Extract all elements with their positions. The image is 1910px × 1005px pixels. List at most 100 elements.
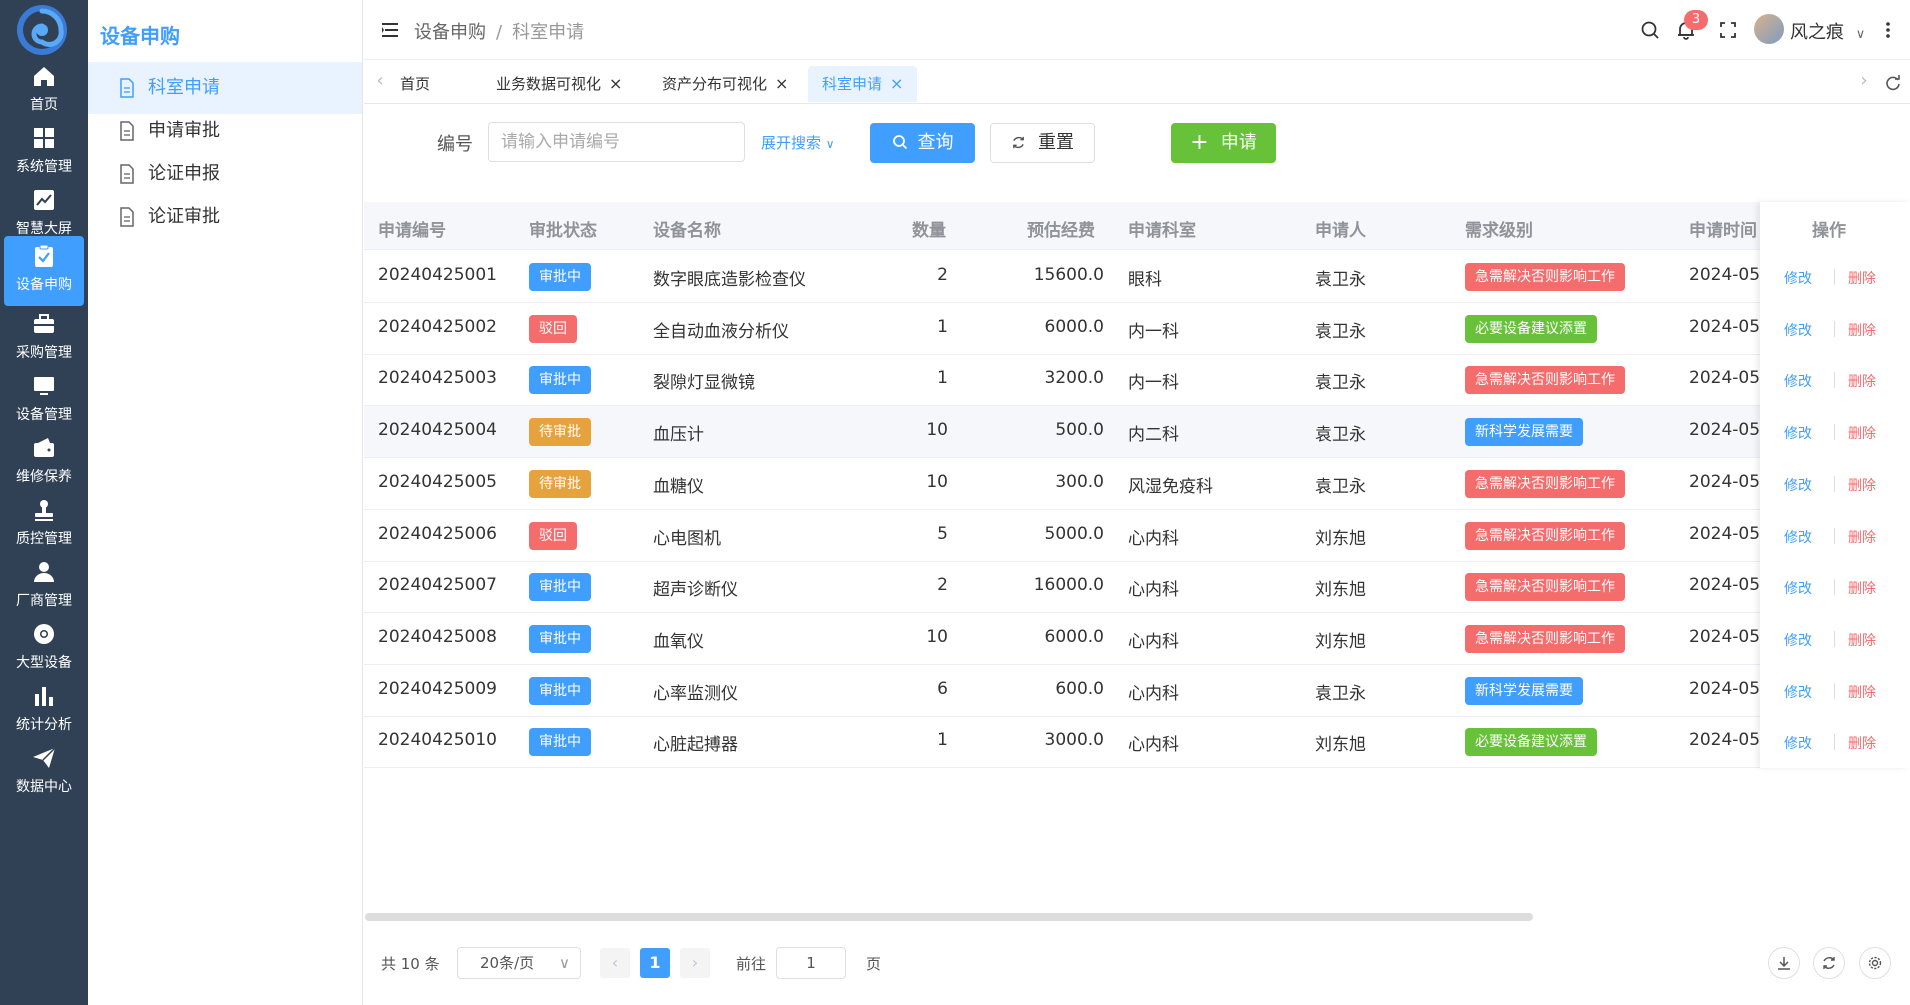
table-row[interactable]: 20240425002 驳回 全自动血液分析仪 1 6000.0 内一科 袁卫永 必要设备建议…	[364, 303, 1910, 355]
tab-label: 业务数据可视化	[496, 75, 602, 93]
expand-search-link[interactable]: 展开搜索 ∨	[761, 132, 835, 153]
search-icon[interactable]	[1638, 18, 1662, 42]
delete-link[interactable]: 删除	[1848, 733, 1876, 753]
level-tag: 新科学发展需要	[1465, 418, 1583, 447]
cell-no: 20240425007	[378, 575, 497, 596]
expand-search-label: 展开搜索	[761, 134, 822, 152]
refresh-tabs-icon[interactable]	[1884, 74, 1902, 92]
edit-link[interactable]: 修改	[1784, 268, 1812, 288]
rail-item[interactable]: 质控管理	[4, 490, 84, 560]
cell-budget: 600.0	[1055, 678, 1104, 699]
cell-no: 20240425001	[378, 265, 497, 285]
cell-dept: 心内科	[1128, 683, 1179, 704]
cell-no: 20240425004	[378, 420, 497, 441]
table-header: 申请编号 审批状态 设备名称 数量 预估经费 申请科室 申请人 需求级别 申请时…	[364, 202, 1910, 250]
table-row[interactable]: 20240425001 审批中 数字眼底造影检查仪 2 15600.0 眼科 袁卫永 急需解决…	[364, 251, 1910, 303]
table-row[interactable]: 20240425004 待审批 血压计 10 500.0 内二科 袁卫永 新科学发展需要 202…	[364, 406, 1910, 459]
edit-link[interactable]: 修改	[1784, 527, 1812, 547]
tab-scroll-right-icon[interactable]: ›	[1854, 70, 1874, 94]
refresh-button[interactable]	[1813, 947, 1845, 979]
rail-item[interactable]: 设备申购	[4, 236, 84, 306]
rail-item[interactable]: 厂商管理	[4, 552, 84, 622]
edit-link[interactable]: 修改	[1784, 578, 1812, 598]
rail-item[interactable]: 统计分析	[4, 676, 84, 746]
edit-link[interactable]: 修改	[1784, 682, 1812, 702]
cell-no: 20240425009	[378, 678, 497, 699]
rail-item[interactable]: 系统管理	[4, 118, 84, 188]
rail-item[interactable]: 维修保养	[4, 428, 84, 498]
table-row[interactable]: 20240425006 驳回 心电图机 5 5000.0 心内科 刘东旭 急需解决否则影响工作…	[364, 510, 1910, 562]
close-icon[interactable]: ×	[775, 74, 788, 93]
search-input[interactable]	[488, 122, 745, 162]
hamburger-icon[interactable]	[380, 20, 402, 40]
column-header: 申请科室	[1128, 221, 1196, 241]
delete-link[interactable]: 删除	[1848, 630, 1876, 650]
next-page-button[interactable]: ›	[680, 948, 710, 978]
avatar[interactable]	[1754, 14, 1784, 44]
tab-label: 资产分布可视化	[662, 75, 768, 93]
close-icon[interactable]: ×	[890, 74, 903, 93]
goto-page-input[interactable]	[776, 947, 846, 979]
tab[interactable]: 资产分布可视化 ×	[648, 66, 802, 102]
delete-link[interactable]: 删除	[1848, 682, 1876, 702]
delete-link[interactable]: 删除	[1848, 371, 1876, 391]
more-vertical-icon[interactable]	[1876, 18, 1900, 42]
rail-item[interactable]: 首页	[4, 56, 84, 126]
page-suffix: 页	[866, 955, 882, 973]
edit-link[interactable]: 修改	[1784, 630, 1812, 650]
level-tag: 急需解决否则影响工作	[1465, 624, 1625, 653]
table-row[interactable]: 20240425009 审批中 心率监测仪 6 600.0 心内科 袁卫永 新科学发展需要 20…	[364, 665, 1910, 717]
table-row[interactable]: 20240425003 审批中 裂隙灯显微镜 1 3200.0 内一科 袁卫永 急需解决否则影…	[364, 354, 1910, 407]
fullscreen-icon[interactable]	[1716, 18, 1740, 42]
page-size-select[interactable]: 20条/页 ∨	[457, 947, 581, 979]
edit-link[interactable]: 修改	[1784, 371, 1812, 391]
close-icon[interactable]: ×	[609, 74, 622, 93]
table-row[interactable]: 20240425010 审批中 心脏起搏器 1 3000.0 心内科 刘东旭 必要设备建议添置…	[364, 716, 1910, 769]
table-row[interactable]: 20240425007 审批中 超声诊断仪 2 16000.0 心内科 刘东旭 急需解决否则影…	[364, 561, 1910, 614]
apply-button[interactable]: + 申请	[1171, 123, 1276, 163]
icon-sidebar: 首页 系统管理 智慧大屏 设备申购 采购管理 设备管理 维修保养 质控管理 厂商管理 大型设备 统计…	[0, 0, 88, 1005]
rail-item[interactable]: 设备管理	[4, 366, 84, 436]
page-number-button[interactable]: 1	[640, 948, 670, 978]
settings-button[interactable]	[1859, 947, 1891, 979]
delete-link[interactable]: 删除	[1848, 268, 1876, 288]
tab[interactable]: 首页	[386, 66, 444, 102]
divider	[1834, 269, 1835, 285]
table-row[interactable]: 20240425008 审批中 血氧仪 10 6000.0 心内科 刘东旭 急需解决否则影响工…	[364, 613, 1910, 665]
bar-chart-icon	[4, 676, 84, 712]
delete-link[interactable]: 删除	[1848, 475, 1876, 495]
cell-dept: 心内科	[1128, 735, 1179, 756]
horizontal-scrollbar[interactable]	[365, 913, 1533, 921]
edit-link[interactable]: 修改	[1784, 475, 1812, 495]
tab[interactable]: 科室申请 ×	[808, 66, 918, 102]
column-header: 审批状态	[529, 221, 597, 241]
export-button[interactable]	[1768, 947, 1800, 979]
cell-time: 2024-05-	[1689, 316, 1767, 337]
user-menu[interactable]: 风之痕 ∨	[1790, 18, 1865, 44]
rail-item[interactable]: 采购管理	[4, 304, 84, 374]
cell-time: 2024-05-	[1689, 678, 1767, 699]
edit-link[interactable]: 修改	[1784, 320, 1812, 340]
reset-button[interactable]: 重置	[990, 123, 1095, 163]
rail-item[interactable]: 大型设备	[4, 614, 84, 684]
tab[interactable]: 业务数据可视化 ×	[482, 66, 636, 102]
delete-link[interactable]: 删除	[1848, 578, 1876, 598]
top-header: 设备申购 / 科室申请 3 风之痕 ∨	[364, 0, 1910, 60]
submenu-item-label: 论证审批	[148, 206, 220, 227]
cell-qty: 5	[937, 523, 948, 544]
table-row[interactable]: 20240425005 待审批 血糖仪 10 300.0 风湿免疫科 袁卫永 急需解决否则影响…	[364, 458, 1910, 510]
delete-link[interactable]: 删除	[1848, 423, 1876, 443]
query-button[interactable]: 查询	[870, 123, 975, 163]
cell-device-name: 心脏起搏器	[653, 735, 738, 756]
prev-page-button[interactable]: ‹	[600, 948, 630, 978]
submenu-item[interactable]: 论证审批	[88, 191, 362, 243]
delete-link[interactable]: 删除	[1848, 320, 1876, 340]
delete-link[interactable]: 删除	[1848, 527, 1876, 547]
column-header: 需求级别	[1465, 221, 1533, 241]
rail-item[interactable]: 数据中心	[4, 738, 84, 808]
breadcrumb-item[interactable]: 设备申购	[414, 22, 486, 43]
edit-link[interactable]: 修改	[1784, 733, 1812, 753]
document-icon	[120, 121, 134, 141]
edit-link[interactable]: 修改	[1784, 423, 1812, 443]
column-header: 申请人	[1315, 221, 1366, 241]
